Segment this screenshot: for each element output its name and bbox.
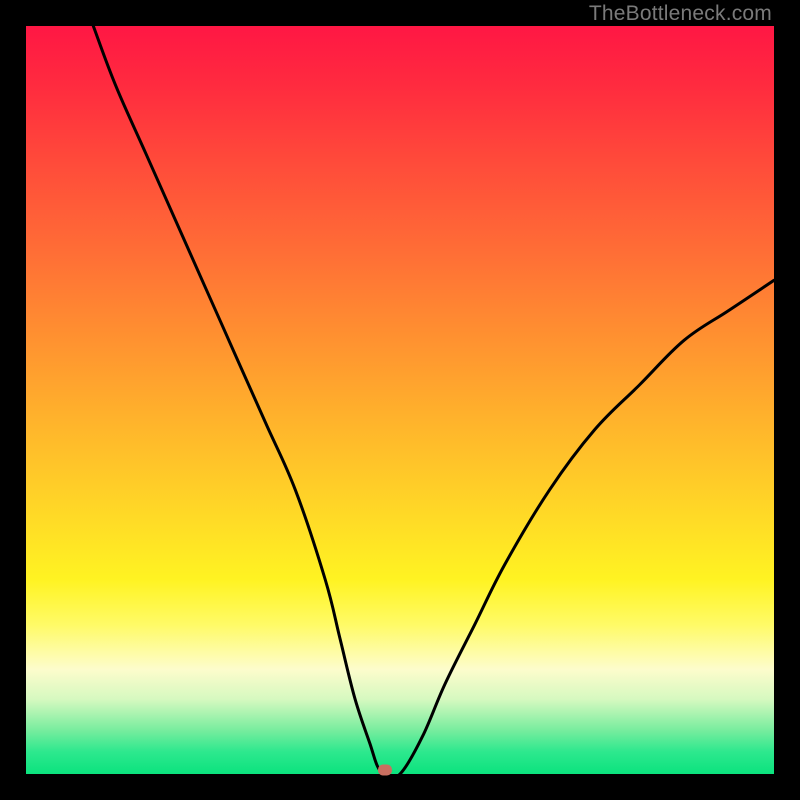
bottleneck-curve <box>26 26 774 774</box>
plot-area <box>26 26 774 774</box>
chart-frame: TheBottleneck.com <box>0 0 800 800</box>
watermark-text: TheBottleneck.com <box>589 2 772 26</box>
optimum-marker <box>378 765 392 776</box>
